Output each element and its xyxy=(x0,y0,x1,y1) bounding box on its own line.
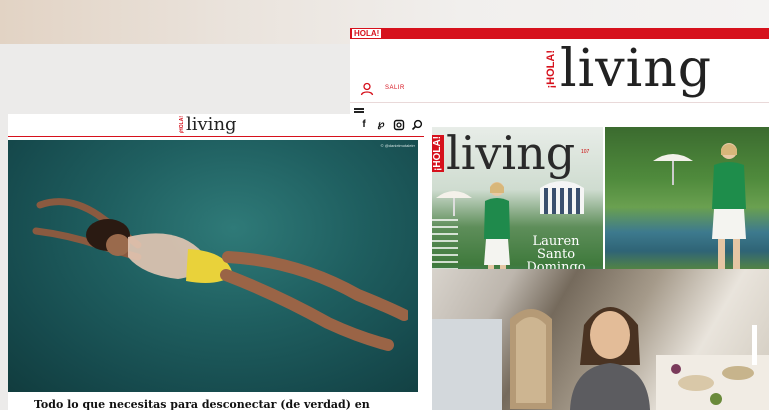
logout-link[interactable]: SALIR xyxy=(385,84,405,92)
article-headline[interactable]: Todo lo que necesitas para desconectar (… xyxy=(34,399,370,410)
search-icon[interactable] xyxy=(411,119,423,131)
cover-hola-text: ¡HOLA! xyxy=(432,134,444,172)
photo-credit: © @danielmotaleirr xyxy=(380,143,415,148)
striped-tent-image xyxy=(540,181,584,214)
umbrella-image xyxy=(653,154,693,185)
facebook-icon[interactable]: f xyxy=(360,119,368,131)
pinterest-icon[interactable]: ℘ xyxy=(376,119,386,131)
hola-tag[interactable]: HOLA! xyxy=(352,29,382,38)
logo-living-text: living xyxy=(560,39,713,99)
cover-issue-number: 107 xyxy=(581,149,590,155)
article-logo-hola: ¡HOLA! xyxy=(179,116,185,134)
dining-photo[interactable] xyxy=(432,269,769,410)
article-logo-living: living xyxy=(186,114,237,135)
cover-living-text: living xyxy=(446,127,576,180)
garden-model-image xyxy=(712,143,746,273)
dining-model-image xyxy=(570,307,650,410)
header-red-divider xyxy=(8,136,424,137)
article-header: ¡HOLA! living f ℘ xyxy=(8,114,424,136)
wicker-chair-image xyxy=(510,309,552,409)
hola-top-bar: HOLA! xyxy=(350,28,769,39)
article-logo[interactable]: ¡HOLA! living xyxy=(179,114,237,135)
garden-photo[interactable] xyxy=(605,127,769,273)
swimmer-image xyxy=(32,198,408,351)
umbrella-image xyxy=(436,191,472,216)
logo-hola-text: ¡HOLA! xyxy=(545,49,557,89)
background-gap xyxy=(8,44,350,116)
table-setting-image xyxy=(656,325,769,410)
image-placeholder xyxy=(432,319,502,410)
user-icon[interactable] xyxy=(360,82,374,96)
instagram-icon[interactable] xyxy=(393,119,405,131)
article-window: ¡HOLA! living f ℘ © @danielmotaleirr Tod… xyxy=(8,114,424,410)
living-logo[interactable]: ¡HOLA! living xyxy=(545,39,713,99)
photo-collage: ¡HOLA! living 107 Lauren Santo Domingo xyxy=(432,127,769,410)
cover-logo: ¡HOLA! living xyxy=(432,129,575,177)
hero-image[interactable]: © @danielmotaleirr xyxy=(8,140,418,392)
header-divider xyxy=(350,102,769,103)
